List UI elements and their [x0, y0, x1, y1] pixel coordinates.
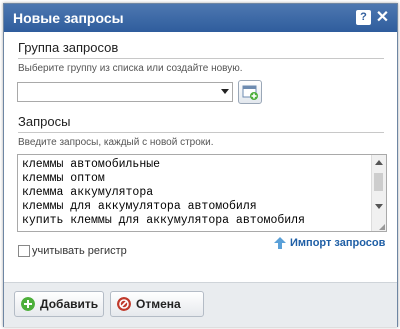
queries-textarea[interactable]: клеммы автомобильные клеммы оптом клемма… — [17, 154, 387, 232]
case-sensitive-label: учитывать регистр — [32, 245, 127, 257]
divider — [18, 132, 384, 133]
scroll-down-icon[interactable] — [375, 204, 383, 209]
cancel-icon — [117, 297, 131, 311]
add-button[interactable]: Добавить — [14, 291, 104, 317]
dialog-title: Новые запросы — [13, 10, 124, 26]
dialog-titlebar[interactable]: Новые запросы ? ✕ — [4, 4, 397, 32]
queries-section-title: Запросы — [18, 114, 71, 129]
group-hint: Выберите группу из списка или создайте н… — [18, 63, 243, 74]
query-line: клемма аккумулятора — [22, 186, 154, 199]
case-sensitive-checkbox[interactable] — [18, 245, 30, 257]
add-button-label: Добавить — [40, 297, 99, 311]
new-group-icon — [242, 85, 258, 100]
import-queries-label: Импорт запросов — [290, 237, 386, 249]
scroll-thumb[interactable] — [374, 173, 383, 191]
resize-grip-icon[interactable] — [379, 224, 385, 230]
divider — [18, 58, 384, 59]
queries-hint: Введите запросы, каждый с новой строки. — [18, 137, 214, 148]
new-group-button[interactable] — [238, 80, 262, 104]
cancel-button[interactable]: Отмена — [110, 291, 204, 317]
group-select[interactable] — [17, 82, 233, 102]
chevron-down-icon[interactable] — [221, 89, 229, 94]
textarea-scrollbar[interactable] — [371, 155, 386, 231]
scroll-up-icon[interactable] — [375, 160, 383, 165]
query-line: клеммы оптом — [22, 172, 105, 185]
cancel-button-label: Отмена — [136, 297, 181, 311]
add-icon — [21, 297, 35, 311]
close-icon[interactable]: ✕ — [375, 10, 390, 26]
arrow-up-icon — [274, 237, 286, 249]
query-line: клеммы автомобильные — [22, 158, 161, 171]
new-queries-dialog: Новые запросы ? ✕ Группа запросов Выбери… — [3, 3, 398, 327]
help-icon[interactable]: ? — [356, 10, 371, 25]
query-line: клеммы для аккумулятора автомобиля — [22, 200, 257, 213]
query-line: купить клеммы для аккумулятора автомобил… — [22, 214, 305, 227]
dialog-footer: Добавить Отмена — [4, 282, 397, 327]
group-section-title: Группа запросов — [18, 40, 119, 55]
